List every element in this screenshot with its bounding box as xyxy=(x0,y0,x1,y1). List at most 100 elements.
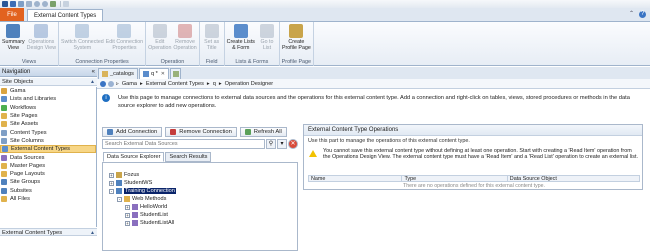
collapse-icon[interactable]: - xyxy=(117,196,122,202)
sidebar-item-content-types[interactable]: Content Types xyxy=(0,128,96,136)
tab-data-source-explorer[interactable]: Data Source Explorer xyxy=(103,152,165,162)
expand-icon[interactable]: + xyxy=(109,172,114,178)
tab-search-results[interactable]: Search Results xyxy=(165,152,212,162)
column-header-name[interactable]: Name xyxy=(309,176,403,182)
search-input[interactable] xyxy=(102,139,265,149)
file-tab[interactable]: File xyxy=(0,8,24,21)
external-content-types-section[interactable]: External Content Types ▲ xyxy=(0,228,97,236)
back-arrow-icon[interactable] xyxy=(100,80,106,87)
tree-node-label: StudentList xyxy=(140,212,168,218)
tab-external-content-types[interactable]: External Content Types xyxy=(27,9,104,21)
breadcrumb-gama[interactable]: Gama xyxy=(122,81,137,87)
column-header-data-source-object[interactable]: Data Source Object xyxy=(508,176,639,182)
page-layouts-icon xyxy=(1,171,7,178)
site-objects-header[interactable]: Site Objects ▲ xyxy=(0,78,97,86)
tab-q[interactable]: q * ✕ xyxy=(138,68,169,79)
ribbon-window-controls: ⌃ ? xyxy=(628,11,646,18)
forward-arrow-icon[interactable] xyxy=(108,80,114,87)
save-icon[interactable] xyxy=(10,1,16,7)
sidebar-item-external-content-types[interactable]: External Content Types xyxy=(0,145,96,154)
column-header-type[interactable]: Type xyxy=(402,176,508,182)
forward-icon[interactable] xyxy=(42,1,48,7)
ribbon-group-field: Set as Title Field xyxy=(200,22,225,66)
tree-node-studentws[interactable]: + StudentWS xyxy=(103,179,297,187)
back-icon[interactable] xyxy=(34,1,40,7)
quick-access-separator xyxy=(60,1,61,7)
navigation-title: Navigation xyxy=(2,69,31,75)
page-info: i Use this page to manage connections to… xyxy=(102,94,642,110)
redo-icon[interactable] xyxy=(26,1,32,7)
connection-toolbar: Add Connection Remove Connection Refresh… xyxy=(102,127,298,137)
preview-icon[interactable] xyxy=(50,1,56,7)
title-bar xyxy=(0,0,650,8)
tree-node-helloworld[interactable]: + HelloWorld xyxy=(103,203,297,211)
tree-node-studentlistall[interactable]: + StudentListAll xyxy=(103,219,297,227)
sidebar-item-data-sources[interactable]: Data Sources xyxy=(0,153,96,161)
document-tabs: _catalogs q * ✕ xyxy=(97,67,650,79)
sidebar-item-gama[interactable]: Gama xyxy=(0,87,96,95)
switch-connected-system-icon xyxy=(75,24,90,38)
sidebar-item-lists-and-libraries[interactable]: Lists and Libraries xyxy=(0,95,96,103)
sidebar-item-site-assets[interactable]: Site Assets xyxy=(0,120,96,128)
ribbon-button-label: Operations Design View xyxy=(26,39,57,51)
go-to-list-icon xyxy=(259,24,274,38)
external-content-type-icon xyxy=(142,71,149,77)
set-as-title-icon xyxy=(204,24,219,38)
tree-node-studentlist[interactable]: + StudentList xyxy=(103,211,297,219)
clear-search-button[interactable]: ✕ xyxy=(288,139,298,149)
tree-node-fozus[interactable]: + Fozus xyxy=(103,171,297,179)
new-tab-button[interactable] xyxy=(170,68,181,79)
add-connection-label: Add Connection xyxy=(116,129,158,135)
collapse-navigation-icon[interactable]: « xyxy=(92,67,95,77)
operations-design-view-icon xyxy=(34,24,49,38)
breadcrumb-operation-designer[interactable]: Operation Designer xyxy=(225,81,274,87)
chevron-up-icon[interactable]: ▲ xyxy=(90,78,95,86)
expand-icon[interactable]: + xyxy=(125,204,130,210)
site-assets-icon xyxy=(1,121,7,128)
operations-panel: External Content Type Operations Use thi… xyxy=(303,124,643,190)
sidebar-item-page-layouts[interactable]: Page Layouts xyxy=(0,170,96,178)
breadcrumb: ▹ Gama ▸ External Content Types ▸ q ▸ Op… xyxy=(97,79,650,89)
collapse-icon[interactable]: - xyxy=(109,188,114,194)
tree-node-training-connection[interactable]: - Training Connection xyxy=(103,187,297,195)
expand-icon[interactable]: + xyxy=(109,180,114,186)
sidebar-item-site-columns[interactable]: Site Columns xyxy=(0,137,96,145)
expand-icon[interactable]: + xyxy=(125,212,130,218)
chevron-up-icon[interactable]: ▲ xyxy=(90,229,95,237)
sidebar-item-site-groups[interactable]: Site Groups xyxy=(0,178,96,186)
ribbon-button-label: Edit Operation xyxy=(148,39,172,51)
breadcrumb-separator: ▸ xyxy=(206,80,210,87)
tab-catalogs[interactable]: _catalogs xyxy=(98,68,138,79)
refresh-all-button[interactable]: Refresh All xyxy=(239,127,287,137)
external-content-types-icon xyxy=(2,146,8,153)
search-button[interactable]: ⚲ xyxy=(266,139,276,149)
sidebar-item-label: Gama xyxy=(10,88,26,95)
undo-icon[interactable] xyxy=(18,1,24,7)
sidebar-item-label: Site Columns xyxy=(10,137,44,144)
operations-warning: You cannot save this external content ty… xyxy=(308,148,638,160)
sidebar-item-label: Site Assets xyxy=(10,121,39,128)
sidebar-item-master-pages[interactable]: Master Pages xyxy=(0,162,96,170)
add-connection-button[interactable]: Add Connection xyxy=(102,127,163,137)
method-icon xyxy=(132,220,138,226)
sidebar-item-workflows[interactable]: Workflows xyxy=(0,104,96,112)
sidebar-item-site-pages[interactable]: Site Pages xyxy=(0,112,96,120)
close-tab-icon[interactable]: ✕ xyxy=(161,71,165,77)
help-icon[interactable]: ? xyxy=(639,11,646,18)
ribbon-group-views: Summary View Operations Design View Views xyxy=(0,22,60,66)
breadcrumb-external-content-types[interactable]: External Content Types xyxy=(146,81,204,87)
customize-quick-access-icon[interactable] xyxy=(63,1,69,7)
expand-icon[interactable]: + xyxy=(125,220,130,226)
breadcrumb-q[interactable]: q xyxy=(213,81,216,87)
site-groups-icon xyxy=(1,179,7,186)
minimize-ribbon-icon[interactable]: ⌃ xyxy=(628,11,635,18)
ribbon-tabs: File External Content Types ⌃ ? xyxy=(0,8,650,22)
tree-node-web-methods[interactable]: - Web Methods xyxy=(103,195,297,203)
remove-connection-button[interactable]: Remove Connection xyxy=(165,127,237,137)
edit-connection-properties-icon xyxy=(117,24,132,38)
search-options-button[interactable]: ▾ xyxy=(277,139,287,149)
sidebar-item-subsites[interactable]: Subsites xyxy=(0,187,96,195)
sidebar-item-label: Site Pages xyxy=(10,113,38,120)
sidebar-item-all-files[interactable]: All Files xyxy=(0,195,96,203)
ribbon-button-label: Remove Operation xyxy=(173,39,197,51)
